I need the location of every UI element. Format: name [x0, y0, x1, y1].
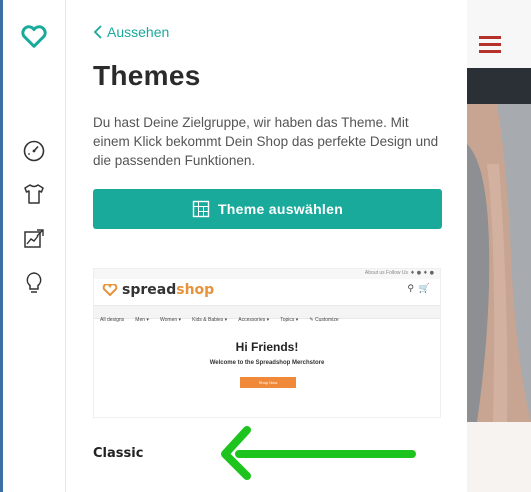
social-icons: ♦●♦●	[410, 270, 436, 276]
preview-topbar-text: About us Follow Us	[364, 270, 408, 276]
lightbulb-icon[interactable]	[21, 270, 47, 296]
preview-hero-subtitle: Welcome to the Spreadshop Merchstore	[209, 360, 325, 366]
chevron-left-icon	[93, 25, 102, 39]
preview-nav-item: ✎ Customize	[309, 317, 339, 323]
logo-heart-icon[interactable]	[21, 24, 47, 50]
preview-topbar: About us Follow Us ♦●♦●	[94, 269, 440, 279]
shop-header	[467, 0, 531, 68]
theme-name: Classic	[93, 446, 144, 461]
hero-photo	[467, 104, 531, 422]
hamburger-menu-icon[interactable]	[479, 36, 501, 57]
cart-icon: 🛒	[418, 284, 430, 294]
preview-hero-title: Hi Friends!	[235, 340, 299, 354]
shop-footer-area	[467, 422, 531, 492]
left-rail	[0, 0, 66, 492]
theme-preview[interactable]: About us Follow Us ♦●♦● spreadshop ⚲ 🛒 A…	[93, 268, 441, 418]
preview-nav: All designs Men ▾ Women ▾ Kids & Babies …	[94, 305, 440, 323]
page-description: Du hast Deine Zielgruppe, wir haben das …	[93, 115, 439, 168]
preview-nav-item: Men ▾	[135, 317, 149, 323]
brand-spread: spread	[122, 282, 177, 298]
background-shop-page	[467, 0, 531, 492]
preview-nav-item: All designs	[100, 317, 125, 323]
tshirt-icon[interactable]	[21, 181, 47, 207]
preview-nav-item: Accessories ▾	[238, 317, 270, 323]
shop-dark-band	[467, 68, 531, 104]
palette-grid-icon	[192, 200, 210, 218]
themes-panel: Aussehen Themes Du hast Deine Zielgruppe…	[67, 0, 467, 492]
back-link-label: Aussehen	[107, 24, 170, 40]
dashboard-gauge-icon[interactable]	[21, 138, 47, 164]
spreadshop-logo-icon	[102, 284, 118, 296]
preview-nav-item: Kids & Babies ▾	[192, 317, 228, 323]
preview-nav-item: Women ▾	[160, 317, 182, 323]
preview-logo: spreadshop	[102, 282, 214, 298]
search-icon: ⚲	[407, 284, 414, 294]
back-link[interactable]: Aussehen	[93, 24, 169, 40]
annotation-arrow-icon	[221, 426, 416, 480]
preview-nav-item: Topics ▾	[280, 317, 299, 323]
image-chart-icon[interactable]	[21, 226, 47, 252]
page-title: Themes	[93, 60, 201, 91]
select-theme-label: Theme auswählen	[217, 201, 344, 217]
brand-shop: shop	[176, 282, 215, 298]
select-theme-button[interactable]: Theme auswählen	[93, 189, 442, 229]
preview-hero-button: Shop Now	[240, 377, 296, 388]
